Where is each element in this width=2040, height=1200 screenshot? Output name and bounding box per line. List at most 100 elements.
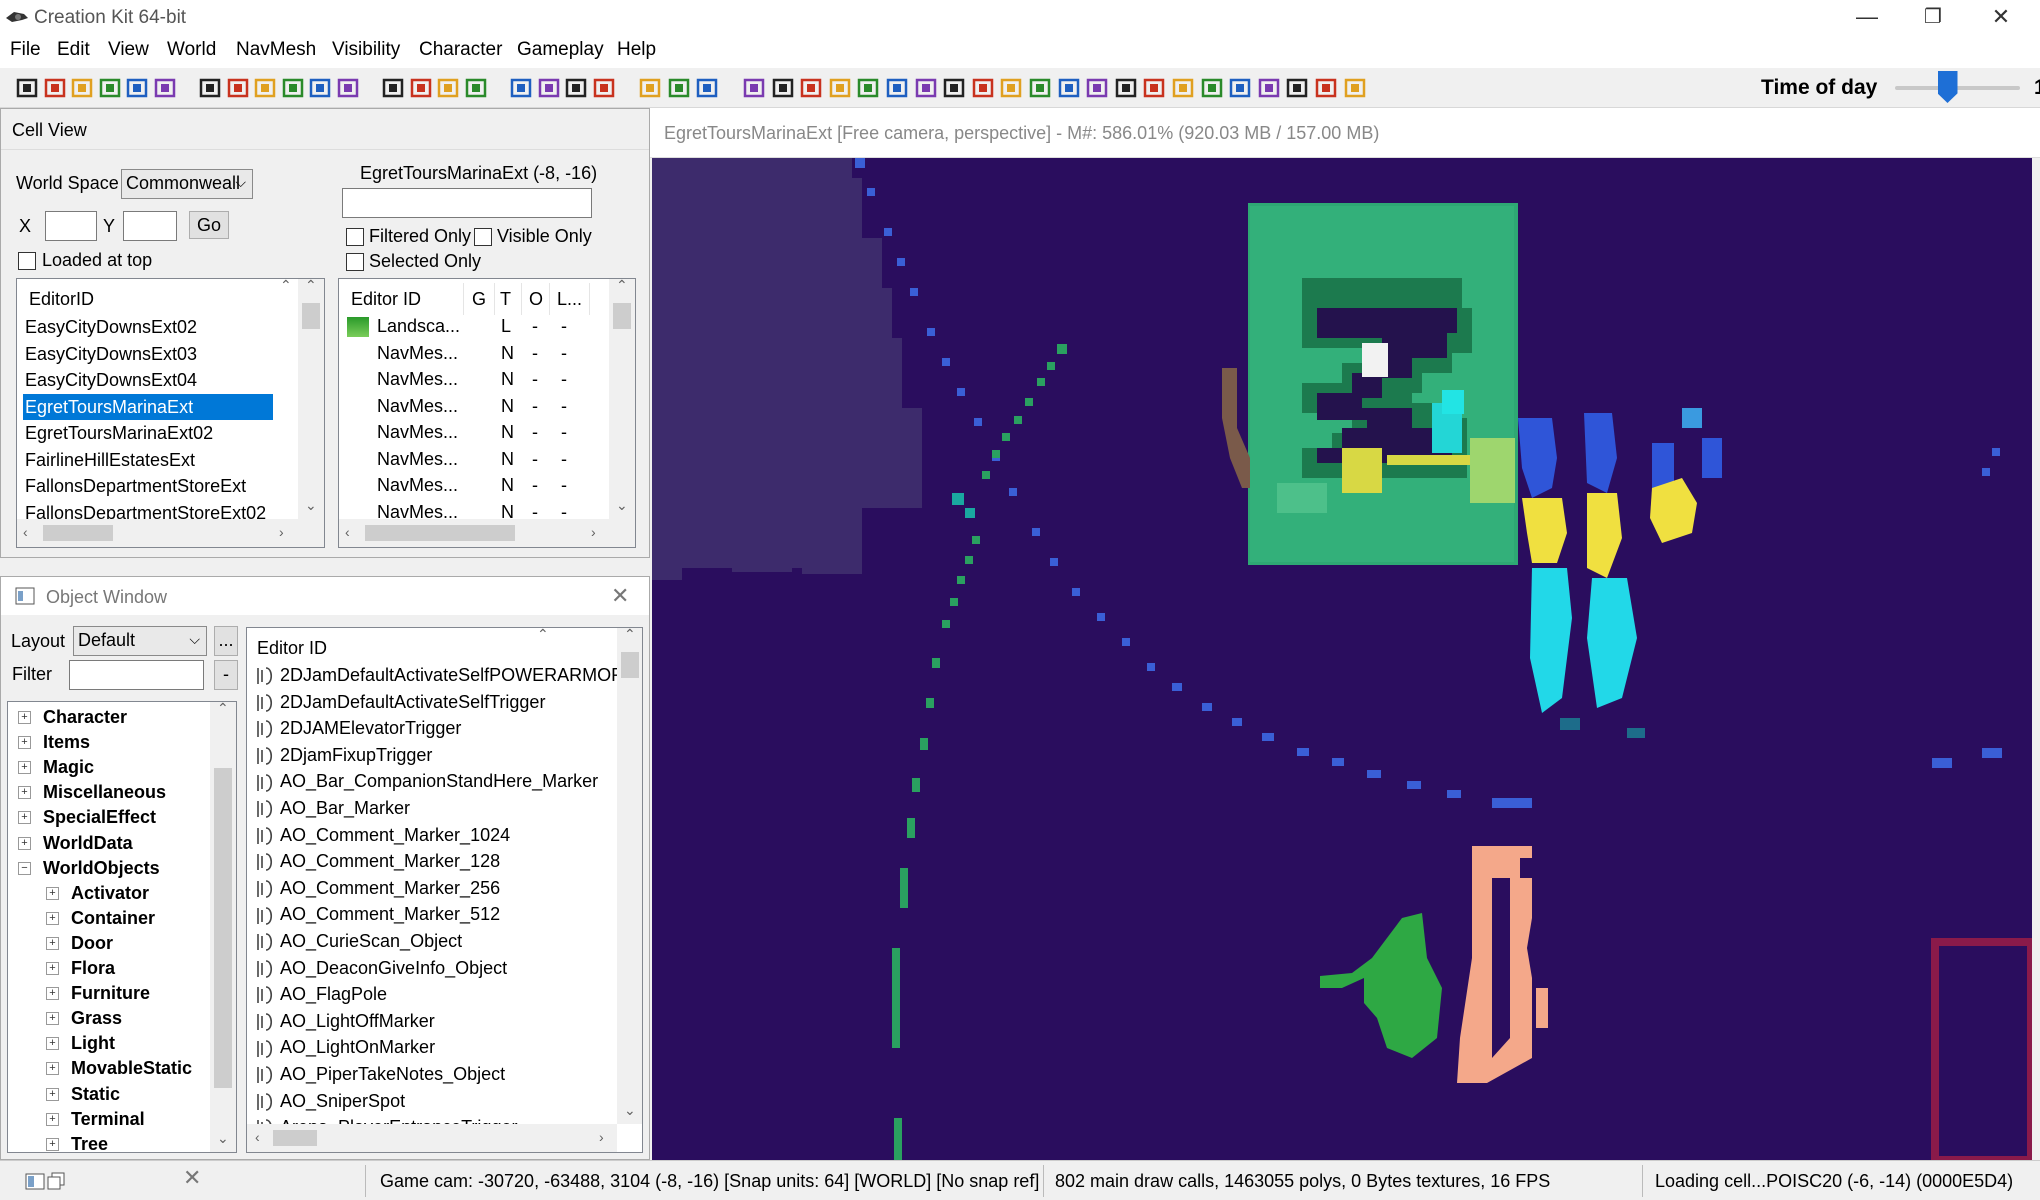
cell-list-item[interactable]: EgretToursMarinaExt — [23, 393, 274, 420]
menu-gameplay[interactable]: Gameplay — [517, 39, 604, 61]
expand-icon[interactable]: + — [46, 1012, 59, 1026]
cell-list-header[interactable]: EditorID — [29, 289, 94, 310]
cube4-icon[interactable] — [1342, 75, 1368, 101]
menu-world[interactable]: World — [167, 39, 216, 61]
box2-icon[interactable] — [770, 75, 796, 101]
cell-object-row[interactable]: NavMes... N - - — [339, 394, 609, 420]
scroll-thumb[interactable] — [214, 768, 232, 1088]
undo-icon[interactable] — [197, 75, 223, 101]
loaded-at-top-checkbox[interactable] — [18, 252, 36, 270]
redo-icon[interactable] — [225, 75, 251, 101]
expand-icon[interactable]: + — [18, 786, 31, 800]
expand-icon[interactable]: + — [18, 811, 31, 825]
expand-icon[interactable]: + — [18, 736, 31, 750]
object-list-item[interactable]: AO_SniperSpot — [255, 1088, 405, 1114]
box6-icon[interactable] — [998, 75, 1024, 101]
ww-icon[interactable] — [1313, 75, 1339, 101]
expand-icon[interactable]: + — [46, 1062, 59, 1076]
object-list-item[interactable]: AO_PiperTakeNotes_Object — [255, 1061, 505, 1087]
close-icon[interactable]: ✕ — [183, 1165, 201, 1191]
menu-view[interactable]: View — [108, 39, 149, 61]
object-list-item[interactable]: AO_CurieScan_Object — [255, 928, 462, 954]
tree-item[interactable]: Flora — [71, 956, 115, 981]
scroll-up-icon[interactable]: ⌃ — [305, 279, 317, 294]
cell-list-vscroll[interactable]: ⌃ ⌄ — [298, 279, 324, 519]
cell-list-hscroll[interactable]: ‹ › — [17, 519, 324, 547]
tree-item[interactable]: MovableStatic — [71, 1056, 192, 1081]
scroll-down-icon[interactable]: ⌄ — [624, 1102, 636, 1119]
menu-character[interactable]: Character — [419, 39, 502, 61]
cell-list-item[interactable]: EgretToursMarinaExt02 — [25, 420, 213, 446]
object-list-hscroll[interactable]: ‹ › — [247, 1124, 617, 1152]
expand-icon[interactable]: + — [18, 761, 31, 775]
object-list-item[interactable]: 2DJamDefaultActivateSelfTrigger — [255, 689, 545, 715]
object-list-vscroll[interactable]: ⌃ ⌄ — [609, 279, 635, 519]
cell-object-row[interactable]: Landsca... L - - — [339, 314, 609, 340]
object-list-item[interactable]: 2DJAMElevatorTrigger — [255, 715, 461, 741]
object-list[interactable]: Editor ID ⌃ 2DJamDefaultActivateSelfPOWE… — [246, 627, 643, 1153]
expand-icon[interactable]: + — [46, 1087, 59, 1101]
expand-icon[interactable]: + — [46, 911, 59, 925]
box3-icon[interactable] — [855, 75, 881, 101]
cell-object-row[interactable]: NavMes... N - - — [339, 420, 609, 446]
speech-icon[interactable] — [637, 75, 663, 101]
o-icon[interactable] — [827, 75, 853, 101]
h-icon[interactable] — [884, 75, 910, 101]
filtered-only-checkbox[interactable] — [346, 228, 364, 246]
object-list-item[interactable]: AO_LightOnMarker — [255, 1034, 435, 1060]
object-list-item[interactable]: AO_FlagPole — [255, 981, 387, 1007]
expand-icon[interactable]: + — [18, 836, 31, 850]
tree-item[interactable]: Static — [71, 1082, 120, 1107]
object-list-item[interactable]: AO_Bar_CompanionStandHere_Marker — [255, 768, 598, 794]
tree-item[interactable]: Character — [43, 705, 127, 730]
close-button[interactable]: ✕ — [1972, 0, 2030, 36]
scene-render[interactable] — [652, 158, 2032, 1160]
scroll-thumb[interactable] — [302, 303, 320, 329]
object-list-item[interactable]: 2DJamDefaultActivateSelfPOWERARMOR — [255, 662, 624, 688]
expand-icon[interactable]: + — [46, 987, 59, 1001]
tree-item[interactable]: Items — [43, 730, 90, 755]
marker-icon[interactable] — [694, 75, 720, 101]
open-icon[interactable] — [14, 75, 40, 101]
time-of-day-slider-track[interactable] — [1895, 86, 2020, 90]
expand-icon[interactable]: + — [46, 1112, 59, 1126]
tree-vscroll[interactable]: ⌃ ⌄ — [210, 702, 236, 1152]
tree-item[interactable]: Activator — [71, 881, 149, 906]
water-icon[interactable] — [591, 75, 617, 101]
menu-visibility[interactable]: Visibility — [332, 39, 400, 61]
cell-list-item[interactable]: FallonsDepartmentStoreExt — [25, 473, 246, 499]
cell-list-item[interactable]: EasyCityDownsExt03 — [25, 341, 197, 367]
render-canvas[interactable] — [652, 158, 2032, 1160]
landscape-icon[interactable] — [280, 75, 306, 101]
expand-icon[interactable]: + — [46, 1037, 59, 1051]
menu-help[interactable]: Help — [617, 39, 656, 61]
object-list-item[interactable]: AO_Comment_Marker_1024 — [255, 822, 510, 848]
col-t[interactable]: T — [500, 289, 511, 310]
tree-item[interactable]: Tree — [71, 1132, 108, 1152]
object-list-item[interactable]: AO_DeaconGiveInfo_Object — [255, 955, 507, 981]
x-input[interactable] — [45, 211, 97, 241]
sky-icon[interactable] — [536, 75, 562, 101]
tree-item[interactable]: Door — [71, 931, 113, 956]
tree-item[interactable]: Miscellaneous — [43, 780, 166, 805]
col-l[interactable]: L... — [557, 289, 582, 310]
navmesh-icon[interactable] — [666, 75, 692, 101]
cell-object-row[interactable]: NavMes... N - - — [339, 447, 609, 473]
scroll-thumb[interactable] — [43, 525, 113, 541]
object-list-item[interactable]: 2DjamFixupTrigger — [255, 742, 432, 768]
expand-icon[interactable]: + — [46, 1137, 59, 1151]
cell-object-row[interactable]: NavMes... N - - — [339, 473, 609, 499]
cell-list-item[interactable]: EasyCityDownsExt04 — [25, 367, 197, 393]
object-list-header[interactable]: Editor ID — [257, 638, 327, 659]
light-icon[interactable] — [508, 75, 534, 101]
object-list-hscroll[interactable]: ‹ › — [339, 519, 635, 547]
tree-item[interactable]: Grass — [71, 1006, 122, 1031]
scroll-left-icon[interactable]: ‹ — [23, 524, 28, 540]
wt-icon[interactable] — [1284, 75, 1310, 101]
col-o[interactable]: O — [529, 289, 543, 310]
cell-list-item[interactable]: FairlineHillEstatesExt — [25, 447, 195, 473]
link-icon[interactable] — [1056, 75, 1082, 101]
world-space-select[interactable]: Commonweall ⌵ — [121, 169, 253, 199]
scroll-down-icon[interactable]: ⌄ — [305, 497, 317, 514]
expand-icon[interactable]: + — [18, 711, 31, 724]
